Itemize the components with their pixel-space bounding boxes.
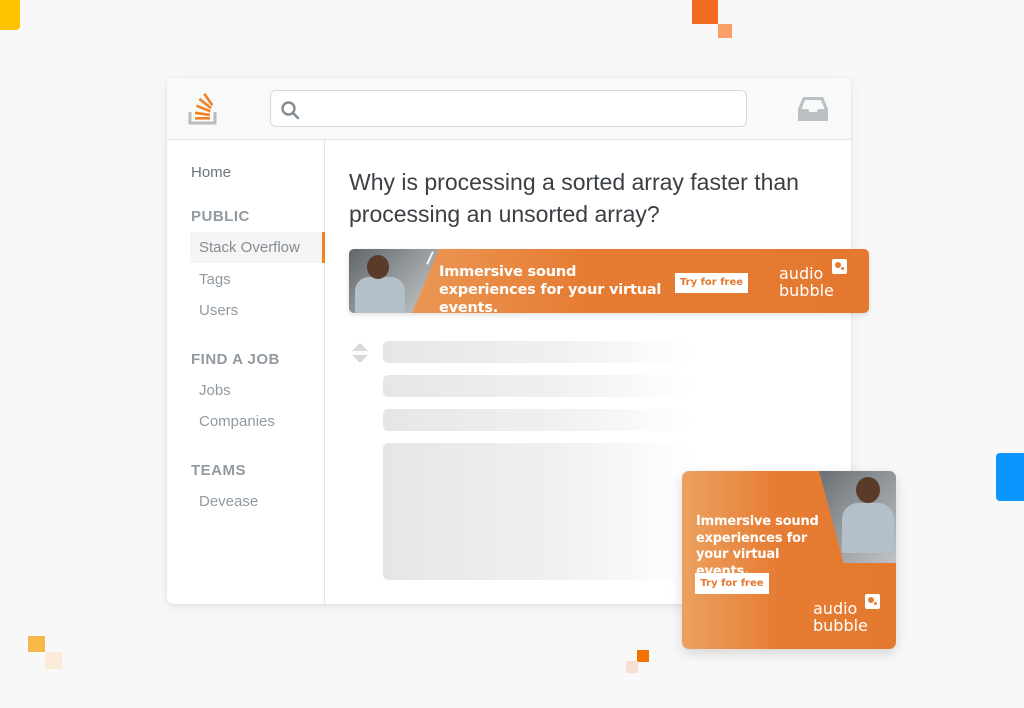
sidebar-item-jobs[interactable]: Jobs <box>190 375 325 406</box>
stackoverflow-logo-icon[interactable] <box>187 92 219 126</box>
top-bar <box>167 78 851 140</box>
skeleton-line <box>383 409 693 431</box>
sidebar-heading-public: PUBLIC <box>191 208 250 225</box>
ad-headline: Immersive sound experiences for your vir… <box>696 514 819 579</box>
try-for-free-button[interactable]: Try for free <box>695 573 769 594</box>
sidebar-item-devease[interactable]: Devease <box>190 486 325 517</box>
decorative-square-light-orange <box>718 24 732 38</box>
try-for-free-button[interactable]: Try for free <box>675 273 748 293</box>
decorative-square-yellow-small <box>28 636 45 652</box>
sidebar-item-stack-overflow[interactable]: Stack Overflow <box>190 232 325 263</box>
question-title[interactable]: Why is processing a sorted array faster … <box>349 166 849 230</box>
sidebar-heading-teams: TEAMS <box>191 462 246 479</box>
bubble-icon <box>832 259 847 274</box>
decorative-square-blue <box>996 453 1024 501</box>
person-image-head <box>367 255 389 279</box>
inbox-icon[interactable] <box>797 95 829 123</box>
ad-headline: Immersive sound experiences for your vir… <box>439 264 662 313</box>
skeleton-block <box>383 443 693 580</box>
sidebar-item-home[interactable]: Home <box>191 164 231 181</box>
skeleton-line <box>383 341 693 363</box>
left-sidebar: Home PUBLIC Stack Overflow Tags Users FI… <box>167 140 325 604</box>
search-icon <box>281 101 300 120</box>
decorative-square-yellow <box>0 0 20 30</box>
decorative-square-peach <box>45 652 62 669</box>
person-image <box>842 503 894 553</box>
audio-bubble-logo: audio bubble <box>779 265 834 299</box>
person-image <box>355 277 405 313</box>
brand-line-1: audio <box>813 599 858 618</box>
search-input[interactable] <box>307 91 737 126</box>
sidebar-item-tags[interactable]: Tags <box>190 264 325 295</box>
sidebar-item-companies[interactable]: Companies <box>190 406 325 437</box>
sidebar-heading-find-a-job: FIND A JOB <box>191 351 280 368</box>
brand-line-2: bubble <box>779 281 834 300</box>
brand-line-1: audio <box>779 264 824 283</box>
banner-ad[interactable]: Immersive sound experiences for your vir… <box>349 249 869 313</box>
card-ad[interactable]: Immersive sound experiences for your vir… <box>682 471 896 649</box>
vote-arrows-icon[interactable] <box>352 342 368 364</box>
audio-bubble-logo: audio bubble <box>813 600 868 634</box>
search-bar[interactable] <box>270 90 747 127</box>
sidebar-item-users[interactable]: Users <box>190 295 325 326</box>
decorative-square-orange-small <box>637 650 649 662</box>
ad-photo <box>349 249 439 313</box>
decorative-square-orange <box>692 0 718 24</box>
person-image-head <box>856 477 880 503</box>
bubble-icon <box>865 594 880 609</box>
skeleton-line <box>383 375 693 397</box>
brand-line-2: bubble <box>813 616 868 635</box>
decorative-square-peach-small <box>626 661 638 673</box>
